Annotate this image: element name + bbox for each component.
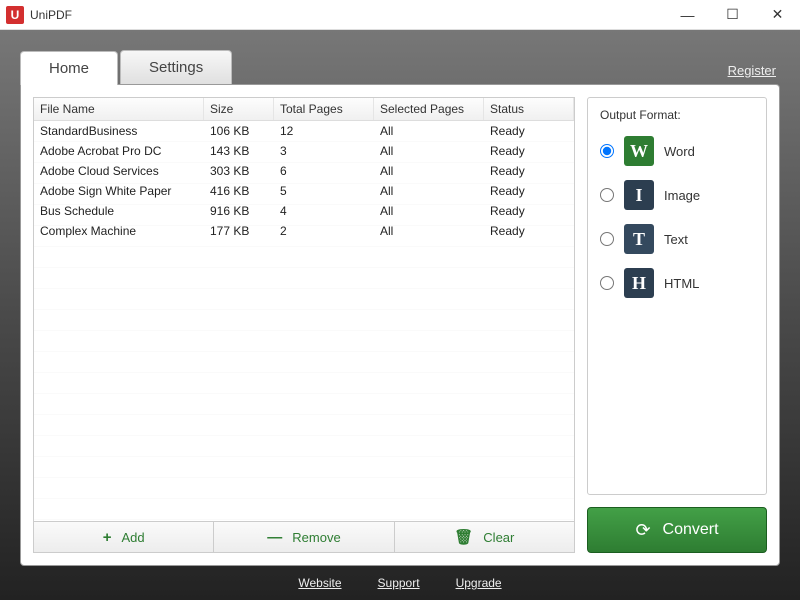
cell-selected-pages: All	[374, 164, 484, 178]
clear-button[interactable]: 🗑 Clear	[395, 522, 574, 552]
format-radio[interactable]	[600, 232, 614, 246]
cell-status: Ready	[484, 204, 574, 218]
output-format-box: Output Format: W Word I Image T Text H HTML	[587, 97, 767, 495]
titlebar: U UniPDF — ☐ ✕	[0, 0, 800, 30]
remove-label: Remove	[292, 530, 340, 545]
cell-size: 916 KB	[204, 204, 274, 218]
remove-button[interactable]: — Remove	[214, 522, 394, 552]
file-table: File Name Size Total Pages Selected Page…	[33, 97, 575, 522]
table-body[interactable]: StandardBusiness106 KB12AllReadyAdobe Ac…	[34, 121, 574, 521]
format-radio[interactable]	[600, 276, 614, 290]
output-format-header: Output Format:	[600, 108, 754, 122]
format-icon-image: I	[624, 180, 654, 210]
format-radio[interactable]	[600, 144, 614, 158]
table-row[interactable]: StandardBusiness106 KB12AllReady	[34, 121, 574, 141]
cell-total-pages: 6	[274, 164, 374, 178]
register-link[interactable]: Register	[728, 63, 780, 84]
table-row[interactable]: Bus Schedule916 KB4AllReady	[34, 201, 574, 221]
add-label: Add	[121, 530, 144, 545]
tab-row: Home Settings Register	[20, 50, 780, 84]
cell-size: 143 KB	[204, 144, 274, 158]
cell-size: 416 KB	[204, 184, 274, 198]
table-row[interactable]: Adobe Cloud Services303 KB6AllReady	[34, 161, 574, 181]
col-filename[interactable]: File Name	[34, 98, 204, 120]
col-status[interactable]: Status	[484, 98, 574, 120]
format-icon-text: T	[624, 224, 654, 254]
cell-total-pages: 2	[274, 224, 374, 238]
cell-filename: StandardBusiness	[34, 124, 204, 138]
file-list-column: File Name Size Total Pages Selected Page…	[33, 97, 575, 553]
col-selected-pages[interactable]: Selected Pages	[374, 98, 484, 120]
table-row[interactable]: Complex Machine177 KB2AllReady	[34, 221, 574, 241]
output-column: Output Format: W Word I Image T Text H HTML ⟳ C…	[587, 97, 767, 553]
convert-button[interactable]: ⟳ Convert	[587, 507, 767, 553]
cell-filename: Adobe Acrobat Pro DC	[34, 144, 204, 158]
content-panel: File Name Size Total Pages Selected Page…	[20, 84, 780, 566]
cell-size: 303 KB	[204, 164, 274, 178]
table-row[interactable]: Adobe Acrobat Pro DC143 KB3AllReady	[34, 141, 574, 161]
cell-filename: Complex Machine	[34, 224, 204, 238]
clear-label: Clear	[483, 530, 514, 545]
format-label: HTML	[664, 276, 699, 291]
window-controls: — ☐ ✕	[665, 0, 800, 30]
cell-status: Ready	[484, 164, 574, 178]
cell-total-pages: 12	[274, 124, 374, 138]
format-option-image[interactable]: I Image	[600, 180, 754, 210]
app-icon: U	[6, 6, 24, 24]
support-link[interactable]: Support	[378, 576, 420, 590]
format-label: Text	[664, 232, 688, 247]
cell-total-pages: 4	[274, 204, 374, 218]
format-option-text[interactable]: T Text	[600, 224, 754, 254]
upgrade-link[interactable]: Upgrade	[456, 576, 502, 590]
cell-status: Ready	[484, 184, 574, 198]
col-total-pages[interactable]: Total Pages	[274, 98, 374, 120]
cell-selected-pages: All	[374, 144, 484, 158]
format-option-word[interactable]: W Word	[600, 136, 754, 166]
app-title: UniPDF	[30, 8, 665, 22]
cell-selected-pages: All	[374, 184, 484, 198]
format-option-html[interactable]: H HTML	[600, 268, 754, 298]
maximize-button[interactable]: ☐	[710, 0, 755, 30]
format-radio[interactable]	[600, 188, 614, 202]
cell-status: Ready	[484, 144, 574, 158]
cell-filename: Adobe Cloud Services	[34, 164, 204, 178]
cell-status: Ready	[484, 124, 574, 138]
format-icon-word: W	[624, 136, 654, 166]
cell-status: Ready	[484, 224, 574, 238]
convert-label: Convert	[663, 521, 719, 539]
tab-settings[interactable]: Settings	[120, 50, 232, 84]
minus-icon: —	[267, 529, 282, 546]
add-button[interactable]: + Add	[34, 522, 214, 552]
plus-icon: +	[103, 529, 112, 546]
cell-filename: Adobe Sign White Paper	[34, 184, 204, 198]
website-link[interactable]: Website	[298, 576, 341, 590]
close-button[interactable]: ✕	[755, 0, 800, 30]
cell-size: 106 KB	[204, 124, 274, 138]
cell-total-pages: 5	[274, 184, 374, 198]
cell-total-pages: 3	[274, 144, 374, 158]
trash-icon: 🗑	[454, 528, 473, 546]
format-icon-html: H	[624, 268, 654, 298]
cell-filename: Bus Schedule	[34, 204, 204, 218]
cell-size: 177 KB	[204, 224, 274, 238]
cell-selected-pages: All	[374, 224, 484, 238]
main-area: Home Settings Register File Name Size To…	[0, 30, 800, 600]
col-size[interactable]: Size	[204, 98, 274, 120]
cell-selected-pages: All	[374, 204, 484, 218]
format-label: Word	[664, 144, 695, 159]
format-label: Image	[664, 188, 700, 203]
table-header: File Name Size Total Pages Selected Page…	[34, 98, 574, 121]
tab-home[interactable]: Home	[20, 51, 118, 85]
refresh-icon: ⟳	[635, 520, 650, 541]
footer-links: Website Support Upgrade	[20, 566, 780, 592]
cell-selected-pages: All	[374, 124, 484, 138]
minimize-button[interactable]: —	[665, 0, 710, 30]
table-row[interactable]: Adobe Sign White Paper416 KB5AllReady	[34, 181, 574, 201]
action-button-row: + Add — Remove 🗑 Clear	[33, 522, 575, 553]
